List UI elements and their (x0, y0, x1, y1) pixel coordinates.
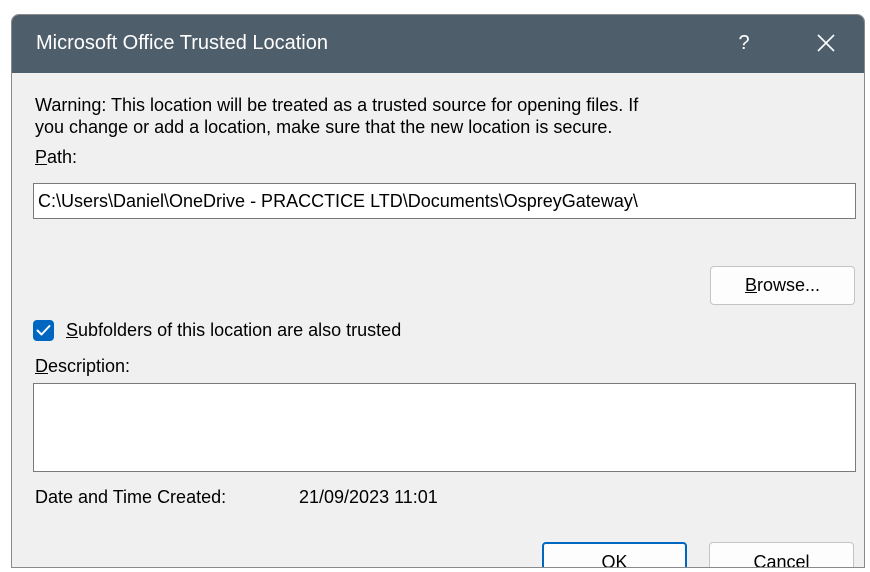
date-created-label: Date and Time Created: (35, 487, 227, 507)
subfolders-label-rest: ubfolders of this location are also trus… (78, 320, 402, 340)
cancel-button[interactable]: Cancel (709, 542, 854, 567)
trusted-location-dialog: Microsoft Office Trusted Location ? Warn… (11, 14, 865, 568)
subfolders-checkbox[interactable] (33, 320, 54, 341)
description-input[interactable] (33, 383, 856, 472)
warning-line-2: you change or add a location, make sure … (35, 117, 613, 137)
description-label-mnemonic: D (35, 356, 48, 376)
path-label-rest: ath: (47, 147, 78, 167)
ok-button[interactable]: OK (542, 542, 687, 567)
warning-text: Warning: This location will be treated a… (35, 94, 638, 138)
title-bar: Microsoft Office Trusted Location ? (12, 15, 864, 73)
close-icon (817, 34, 835, 52)
browse-label-rest: rowse... (756, 275, 821, 295)
subfolders-label-mnemonic: S (66, 320, 79, 340)
warning-line-1: Warning: This location will be treated a… (35, 95, 639, 115)
path-label-mnemonic: P (35, 147, 48, 167)
path-label: Path: (35, 147, 77, 168)
close-button[interactable] (806, 25, 846, 61)
description-label: Description: (35, 356, 130, 377)
browse-label-mnemonic: B (744, 275, 757, 295)
checkmark-icon (36, 325, 51, 336)
date-created-value: 21/09/2023 11:01 (299, 487, 438, 507)
dialog-title: Microsoft Office Trusted Location (36, 32, 328, 54)
browse-button[interactable]: Browse... (710, 266, 855, 305)
path-input[interactable] (33, 183, 856, 219)
help-button[interactable]: ? (724, 25, 764, 61)
subfolders-label[interactable]: Subfolders of this location are also tru… (66, 320, 401, 341)
description-label-rest: escription: (48, 356, 131, 376)
